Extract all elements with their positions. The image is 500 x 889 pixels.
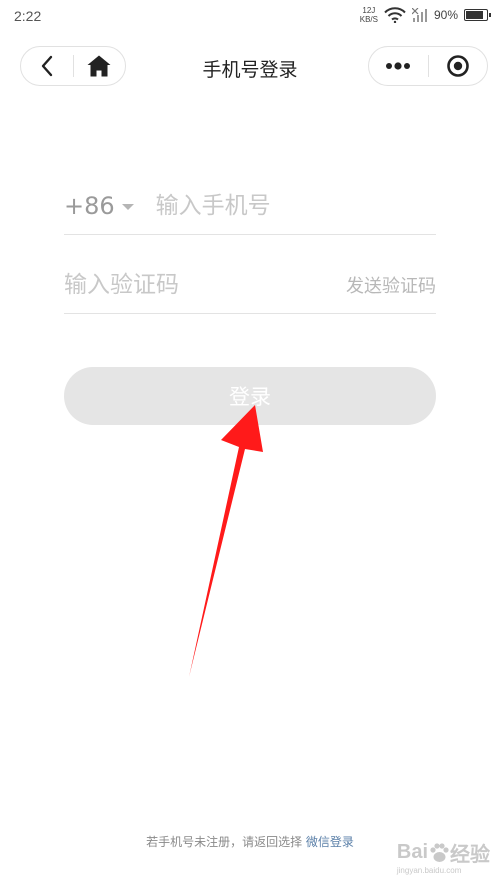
- chevron-left-icon: [41, 55, 52, 77]
- nav-capsule-left: [20, 46, 126, 86]
- status-time: 2:22: [14, 8, 42, 24]
- status-bar: 2:22 12J KB/S 90%: [0, 0, 500, 34]
- battery-level-fill: [466, 11, 483, 19]
- more-button[interactable]: [369, 47, 428, 85]
- target-circle-icon: [446, 55, 469, 77]
- home-button[interactable]: [74, 47, 126, 85]
- page-title: 手机号登录: [202, 59, 298, 81]
- send-code-button[interactable]: 发送验证码: [346, 272, 436, 298]
- baidu-watermark: Bai 经验 jingyan.baidu.com: [397, 838, 490, 875]
- login-button[interactable]: 登录: [64, 367, 436, 425]
- network-speed: 12J KB/S: [360, 6, 378, 24]
- footer-note-text: 若手机号未注册，请返回选择: [146, 835, 303, 849]
- verification-code-input[interactable]: [64, 272, 304, 298]
- back-button[interactable]: [21, 47, 73, 85]
- country-code-selector[interactable]: +86: [64, 192, 134, 220]
- phone-row: +86: [64, 178, 436, 235]
- wechat-login-link[interactable]: 微信登录: [306, 835, 354, 849]
- network-speed-value: 12J: [362, 6, 376, 15]
- arrow-shape: [189, 405, 263, 677]
- watermark-brand-b: 经验: [450, 844, 490, 866]
- nav-capsule-right: [368, 46, 488, 86]
- country-code-value: +86: [64, 192, 115, 220]
- watermark-brand-a: Bai: [396, 841, 428, 863]
- close-capsule-button[interactable]: [429, 47, 488, 85]
- caret-down-icon: [121, 204, 134, 210]
- phone-input[interactable]: [155, 193, 416, 219]
- paw-icon: [430, 842, 449, 862]
- status-icons: 12J KB/S 90%: [360, 6, 491, 24]
- home-icon: [87, 55, 111, 77]
- battery-percent: 90%: [433, 8, 458, 22]
- network-speed-unit: KB/S: [359, 15, 378, 24]
- signal-icon: [411, 8, 427, 22]
- wifi-icon: [384, 7, 406, 23]
- more-dots-icon: [386, 62, 411, 70]
- red-arrow-annotation: [189, 405, 263, 677]
- verification-code-row: 发送验证码: [64, 257, 436, 314]
- watermark-site: jingyan.baidu.com: [396, 866, 462, 875]
- battery-icon: [464, 9, 491, 21]
